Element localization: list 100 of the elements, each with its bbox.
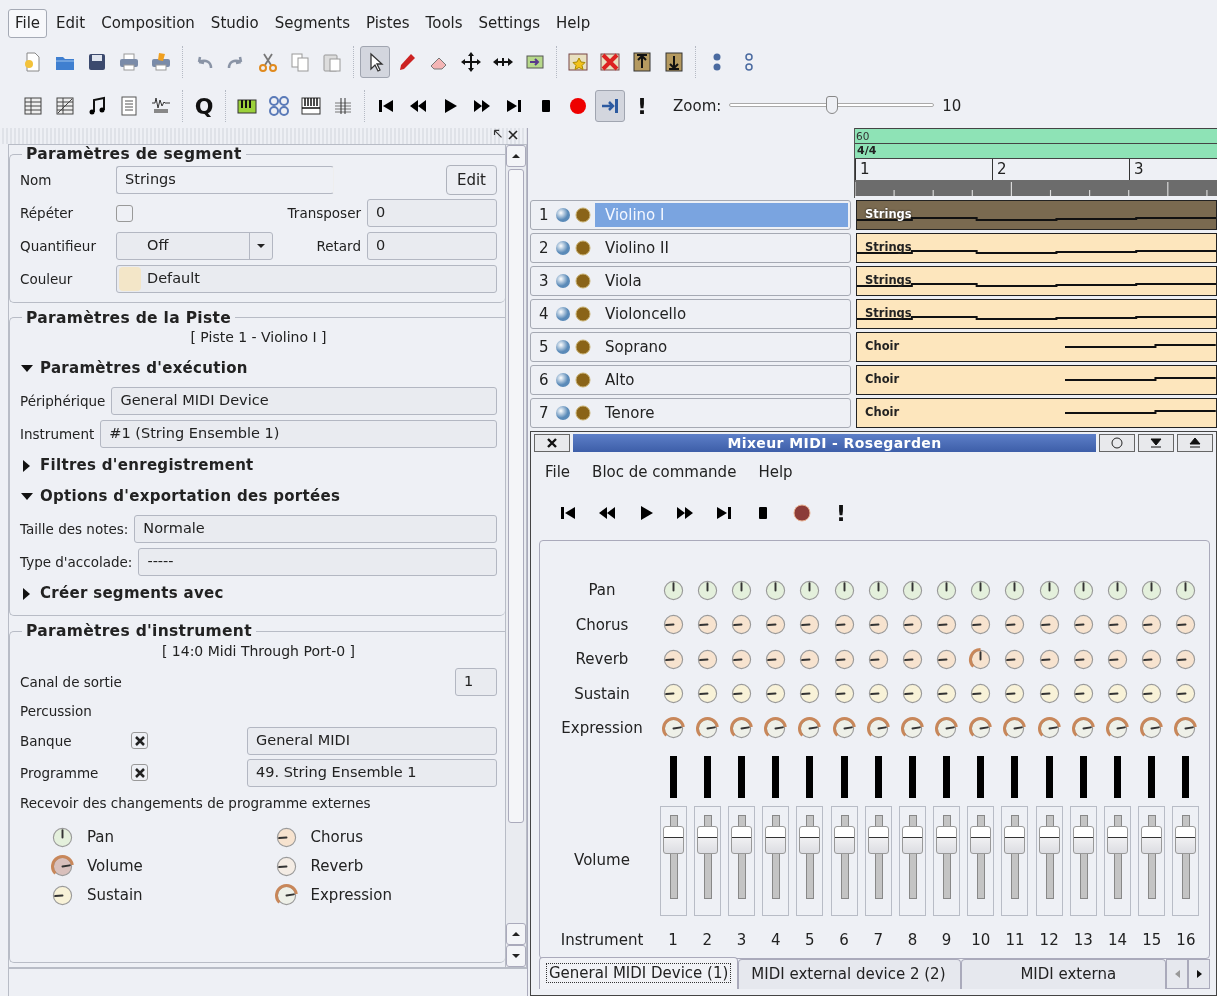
track-header[interactable]: 6 Alto [530,365,851,395]
dropdown[interactable]: #1 (String Ensemble 1) [100,419,497,448]
tab[interactable]: MIDI external device 2 (2) [738,959,961,989]
delay-spinbox[interactable]: 0 [367,232,497,261]
dropdown[interactable]: General MIDI Device [111,386,497,415]
name-field[interactable]: Strings [116,166,334,195]
menu-item[interactable]: Settings [471,9,548,38]
loop-button[interactable] [595,90,625,122]
knob[interactable] [1070,715,1096,741]
menu-item[interactable]: Edit [49,9,93,38]
scroll-right-button[interactable] [1188,959,1210,989]
menu-item[interactable]: Studio [203,9,266,38]
segment-block[interactable]: Strings [856,299,1217,329]
track-header[interactable]: 2 Violino II [530,233,851,263]
mute-led-icon[interactable] [555,207,571,223]
fader-thumb[interactable] [1141,825,1163,854]
section-header[interactable]: Créer segments avec [20,578,497,610]
menu-item[interactable]: Help [754,461,797,485]
menu-item[interactable]: File [8,9,48,38]
toolbar-button[interactable]: Q [189,90,219,122]
segment-block[interactable]: Choir [856,332,1217,362]
track-header[interactable]: 3 Viola [530,266,851,296]
menu-item[interactable]: Tools [418,9,470,38]
bank-dropdown[interactable]: General MIDI [247,726,497,755]
section-header[interactable]: Filtres d'enregistrement [20,450,497,482]
knob[interactable] [865,715,891,741]
tab[interactable]: General MIDI Device (1) [539,957,739,989]
menu-item[interactable]: Bloc de commande [588,461,741,485]
program-dropdown[interactable]: 49. String Ensemble 1 [247,758,497,787]
section-header[interactable]: Options d'exportation des portées [20,481,497,513]
knob[interactable] [763,715,789,741]
knob[interactable] [968,715,994,741]
fader-thumb[interactable] [1004,825,1026,854]
segment-block[interactable]: Strings [856,200,1217,230]
menu-item[interactable]: Composition [94,9,202,38]
transpose-spinbox[interactable]: 0 [367,199,497,228]
color-dropdown[interactable]: Default [116,265,497,294]
dropdown[interactable]: ----- [138,547,497,576]
menu-item[interactable]: Segments [267,9,357,38]
sticky-button[interactable] [1099,434,1135,452]
knob[interactable] [1173,715,1199,741]
scroll-up-button[interactable] [506,145,526,167]
quantize-dropdown[interactable]: Off [116,232,273,261]
close-icon[interactable] [507,128,519,142]
knob[interactable] [1139,715,1165,741]
knob[interactable] [660,715,686,741]
scroll-down-button[interactable] [506,945,526,967]
fader-thumb[interactable] [936,825,958,854]
dropdown[interactable]: Normale [134,514,497,543]
menu-item[interactable]: Help [549,9,598,38]
record-led-icon[interactable] [575,207,591,223]
track-name[interactable]: Tenore [595,401,848,425]
fader-thumb[interactable] [1038,825,1060,854]
record-led-icon[interactable] [575,306,591,322]
fader-thumb[interactable] [867,825,889,854]
track-header[interactable]: 1 Violino I [530,200,851,230]
knob[interactable] [1002,715,1028,741]
mute-led-icon[interactable] [555,372,571,388]
knob[interactable] [273,882,299,908]
knob[interactable] [899,715,925,741]
knob[interactable] [694,715,720,741]
menu-item[interactable]: Pistes [358,9,417,38]
mute-led-icon[interactable] [555,339,571,355]
knob[interactable] [1036,715,1062,741]
knob[interactable] [50,853,75,879]
channel-spinbox[interactable]: 1 [455,667,497,696]
section-header[interactable]: Paramètres d'exécution [20,353,497,385]
track-header[interactable]: 7 Tenore [530,398,851,428]
checkbox[interactable] [131,732,148,750]
mute-led-icon[interactable] [555,240,571,256]
fader-thumb[interactable] [730,825,752,854]
pointer-button[interactable] [360,46,390,78]
record-led-icon[interactable] [575,273,591,289]
fader-thumb[interactable] [833,825,855,854]
record-led-icon[interactable] [575,240,591,256]
knob[interactable] [728,715,754,741]
shade-button[interactable] [1138,434,1174,452]
slider-thumb[interactable] [825,96,838,114]
fader-thumb[interactable] [662,825,684,854]
fader-thumb[interactable] [696,825,718,854]
close-button[interactable] [534,434,570,452]
knob[interactable] [797,715,823,741]
track-header[interactable]: 4 Violoncello [530,299,851,329]
record-led-icon[interactable] [575,405,591,421]
fader-thumb[interactable] [799,825,821,854]
checkbox[interactable] [116,204,133,222]
segment-block[interactable]: Strings [856,233,1217,263]
mute-led-icon[interactable] [555,405,571,421]
segment-block[interactable]: Choir [856,398,1217,428]
fader-thumb[interactable] [1107,825,1129,854]
toolbar-button[interactable]: ! [826,497,856,529]
menu-item[interactable]: File [541,461,575,485]
maximize-button[interactable] [1177,434,1213,452]
segment-block[interactable]: Strings [856,266,1217,296]
track-name[interactable]: Alto [595,368,848,392]
mute-led-icon[interactable] [555,273,571,289]
knob[interactable] [831,715,857,741]
fader-thumb[interactable] [970,825,992,854]
scrollbar-thumb[interactable] [508,169,524,823]
track-name[interactable]: Soprano [595,335,848,359]
